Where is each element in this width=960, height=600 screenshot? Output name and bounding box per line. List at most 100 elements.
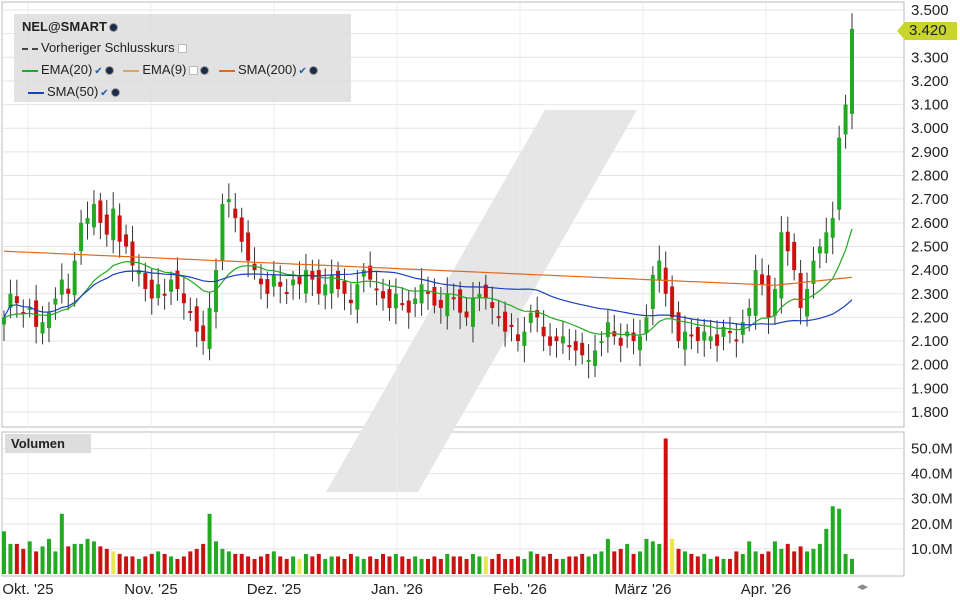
volume-bar: [573, 556, 578, 574]
volume-bar: [792, 551, 797, 574]
candle-body: [72, 260, 77, 296]
candle-body: [303, 270, 308, 294]
volume-bar: [695, 556, 700, 574]
volume-bar: [220, 548, 225, 574]
candle-body: [605, 322, 610, 338]
volume-bar: [805, 551, 810, 574]
volume-bar: [753, 551, 758, 574]
candle-body: [715, 334, 720, 346]
candle-body: [207, 307, 212, 349]
candle-body: [464, 311, 469, 318]
volume-bar: [760, 553, 765, 574]
candle-body: [2, 317, 6, 325]
check-icon[interactable]: ✔: [94, 66, 102, 77]
visibility-eye-icon[interactable]: [104, 66, 114, 76]
candle-body: [426, 291, 430, 294]
candle-body: [181, 293, 186, 304]
volume-bar: [117, 553, 122, 574]
legend-ma-row: EMA(20) ✔ EMA(9) SMA(200) ✔: [22, 62, 324, 77]
check-icon[interactable]: ✔: [299, 66, 307, 77]
volume-bar: [548, 553, 553, 574]
candle-body: [91, 203, 96, 228]
candle-body: [316, 270, 321, 294]
candle-body: [580, 342, 585, 356]
candle-body: [586, 359, 591, 362]
candle-body: [708, 336, 713, 342]
volume-bar: [426, 558, 430, 574]
volume-bar: [374, 558, 379, 574]
volume-bar: [136, 558, 141, 574]
volume-bar: [2, 531, 6, 574]
visibility-eye-icon[interactable]: [108, 23, 118, 33]
volume-bar: [631, 553, 636, 574]
price-tick-label: 3.200: [911, 73, 949, 90]
visibility-eye-icon[interactable]: [200, 66, 210, 76]
scroll-arrow-icon[interactable]: ◂▸: [857, 581, 869, 593]
volume-bar: [79, 543, 84, 574]
volume-axis: 50.0M 40.0M 30.0M 20.0M 10.0M: [911, 441, 953, 558]
candle-body: [438, 299, 443, 308]
volume-bar: [310, 556, 315, 574]
visibility-eye-icon[interactable]: [308, 66, 318, 76]
volume-bar: [612, 551, 617, 574]
volume-bar: [657, 543, 662, 574]
candle-body: [522, 331, 527, 346]
candle-body: [233, 208, 238, 219]
time-tick-label: Nov. '25: [124, 581, 177, 598]
legend-prev-close-row: Vorheriger Schlusskurs: [22, 40, 187, 55]
ema20-label: EMA(20): [41, 62, 93, 77]
candle-body: [477, 293, 482, 298]
candle-body: [817, 246, 822, 254]
volume-bar: [271, 551, 276, 574]
volume-bar: [503, 558, 508, 574]
volume-bar: [387, 556, 392, 574]
candle-body: [291, 279, 296, 286]
volume-bar: [663, 438, 668, 574]
volume-bar: [528, 551, 533, 574]
volume-bar: [181, 556, 186, 574]
price-tick-label: 1.900: [911, 380, 949, 397]
price-tick-label: 2.000: [911, 357, 949, 374]
candle-body: [638, 336, 642, 351]
volume-bar: [824, 528, 829, 574]
volume-bar: [27, 541, 32, 574]
sma50-swatch-icon: [28, 91, 44, 94]
volume-bar: [682, 551, 687, 574]
price-tick-label: 1.800: [911, 404, 949, 421]
candle-body: [149, 279, 154, 299]
candle-body: [98, 200, 103, 223]
time-tick-label: Okt. '25: [2, 581, 53, 598]
volume-bar: [162, 553, 167, 574]
prev-close-label: Vorheriger Schlusskurs: [41, 40, 175, 55]
volume-bar: [599, 551, 604, 574]
time-axis: Okt. '25 Nov. '25 Dez. '25 Jan. '26 Feb. '26…: [2, 581, 791, 598]
volume-bar: [727, 558, 732, 574]
checkbox-icon[interactable]: [177, 44, 187, 54]
volume-bar: [580, 553, 585, 574]
time-tick-label: Apr. '26: [741, 581, 791, 598]
candle-body: [188, 311, 193, 314]
watermark-logo: [326, 110, 637, 492]
candle-body: [393, 293, 398, 309]
volume-bar: [258, 556, 263, 574]
volume-bar: [188, 551, 193, 574]
price-tick-label: 3.500: [911, 2, 949, 19]
volume-bar: [490, 558, 495, 574]
check-icon[interactable]: ✔: [100, 88, 108, 99]
price-tick-label: 2.600: [911, 215, 949, 232]
candle-body: [772, 289, 777, 316]
candle-body: [541, 326, 546, 337]
volume-bar: [708, 558, 713, 574]
visibility-eye-icon[interactable]: [110, 88, 120, 98]
sma200-swatch-icon: [219, 69, 235, 72]
checkbox-icon[interactable]: [189, 66, 199, 76]
candle-body: [599, 341, 604, 344]
volume-bar: [252, 558, 257, 574]
volume-bar: [59, 513, 64, 574]
volume-bar: [740, 553, 745, 574]
price-tick-label: 2.400: [911, 262, 949, 279]
candle-body: [85, 218, 90, 224]
candle-body: [156, 284, 161, 299]
symbol-label: NEL@SMART: [22, 19, 107, 34]
candle-body: [837, 137, 842, 210]
